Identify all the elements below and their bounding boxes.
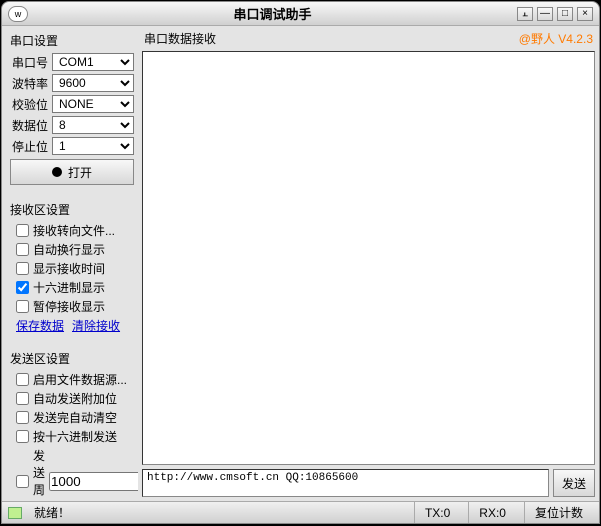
tx-period-input[interactable] xyxy=(49,472,138,491)
rx-autowrap-label: 自动换行显示 xyxy=(33,241,105,258)
databits-select[interactable]: 8 xyxy=(52,116,134,134)
tx-hex-label: 按十六进制发送 xyxy=(33,428,117,445)
minimize-button[interactable]: — xyxy=(537,7,553,21)
databits-label: 数据位 xyxy=(10,117,50,134)
tx-filesrc-check[interactable] xyxy=(16,373,29,386)
port-label: 串口号 xyxy=(10,54,50,71)
status-dot-icon xyxy=(52,167,62,177)
app-icon: w xyxy=(8,6,28,22)
rx-showtime-label: 显示接收时间 xyxy=(33,260,105,277)
tx-extra-check[interactable] xyxy=(16,392,29,405)
pin-button[interactable]: ⫠ xyxy=(517,7,533,21)
rx-pause-label: 暂停接收显示 xyxy=(33,298,105,315)
tx-input[interactable]: http://www.cmsoft.cn QQ:10865600 xyxy=(142,469,549,497)
send-button[interactable]: 发送 xyxy=(553,469,595,497)
rx-showtime-check[interactable] xyxy=(16,262,29,275)
reset-count-button[interactable]: 复位计数 xyxy=(524,502,593,523)
serial-group-title: 串口设置 xyxy=(10,32,134,49)
parity-select[interactable]: NONE xyxy=(52,95,134,113)
rx-hex-check[interactable] xyxy=(16,281,29,294)
tx-group-title: 发送区设置 xyxy=(10,350,134,367)
rx-autowrap-check[interactable] xyxy=(16,243,29,256)
stopbits-label: 停止位 xyxy=(10,138,50,155)
rx-to-file-label: 接收转向文件... xyxy=(33,222,115,239)
status-ready: 就绪！ xyxy=(34,504,70,521)
baud-select[interactable]: 9600 xyxy=(52,74,134,92)
serial-settings-group: 串口设置 串口号 COM1 波特率 9600 校验位 NONE 数据位 8 xyxy=(6,30,138,191)
status-rx: RX:0 xyxy=(468,502,516,523)
close-button[interactable]: × xyxy=(577,7,593,21)
tx-filesrc-label: 启用文件数据源... xyxy=(33,371,127,388)
open-label: 打开 xyxy=(68,164,92,181)
open-port-button[interactable]: 打开 xyxy=(10,159,134,185)
tx-period-label: 发送周期 xyxy=(33,447,45,497)
tx-hex-check[interactable] xyxy=(16,430,29,443)
tx-extra-label: 自动发送附加位 xyxy=(33,390,117,407)
tx-autoclear-label: 发送完自动清空 xyxy=(33,409,117,426)
rx-area-title: 串口数据接收 xyxy=(144,30,216,47)
baud-label: 波特率 xyxy=(10,75,50,92)
tx-autoclear-check[interactable] xyxy=(16,411,29,424)
maximize-button[interactable]: □ xyxy=(557,7,573,21)
rx-group-title: 接收区设置 xyxy=(10,201,134,218)
rx-textarea[interactable] xyxy=(142,51,595,465)
statusbar: 就绪！ TX:0 RX:0 复位计数 xyxy=(2,501,599,523)
window-title: 串口调试助手 xyxy=(28,4,517,23)
tx-period-check[interactable] xyxy=(16,475,29,488)
rx-hex-label: 十六进制显示 xyxy=(33,279,105,296)
brand-label: @野人 V4.2.3 xyxy=(519,30,593,47)
port-select[interactable]: COM1 xyxy=(52,53,134,71)
rx-to-file-check[interactable] xyxy=(16,224,29,237)
parity-label: 校验位 xyxy=(10,96,50,113)
titlebar: w 串口调试助手 ⫠ — □ × xyxy=(2,2,599,26)
tx-settings-group: 发送区设置 启用文件数据源... 自动发送附加位 发送完自动清空 按十六进制发送… xyxy=(6,348,138,497)
ready-icon xyxy=(8,507,22,519)
status-tx: TX:0 xyxy=(414,502,460,523)
stopbits-select[interactable]: 1 xyxy=(52,137,134,155)
rx-settings-group: 接收区设置 接收转向文件... 自动换行显示 显示接收时间 十六进制显示 暂停接… xyxy=(6,199,138,340)
rx-pause-check[interactable] xyxy=(16,300,29,313)
save-data-link[interactable]: 保存数据 xyxy=(16,317,64,334)
clear-rx-link[interactable]: 清除接收 xyxy=(72,317,120,334)
